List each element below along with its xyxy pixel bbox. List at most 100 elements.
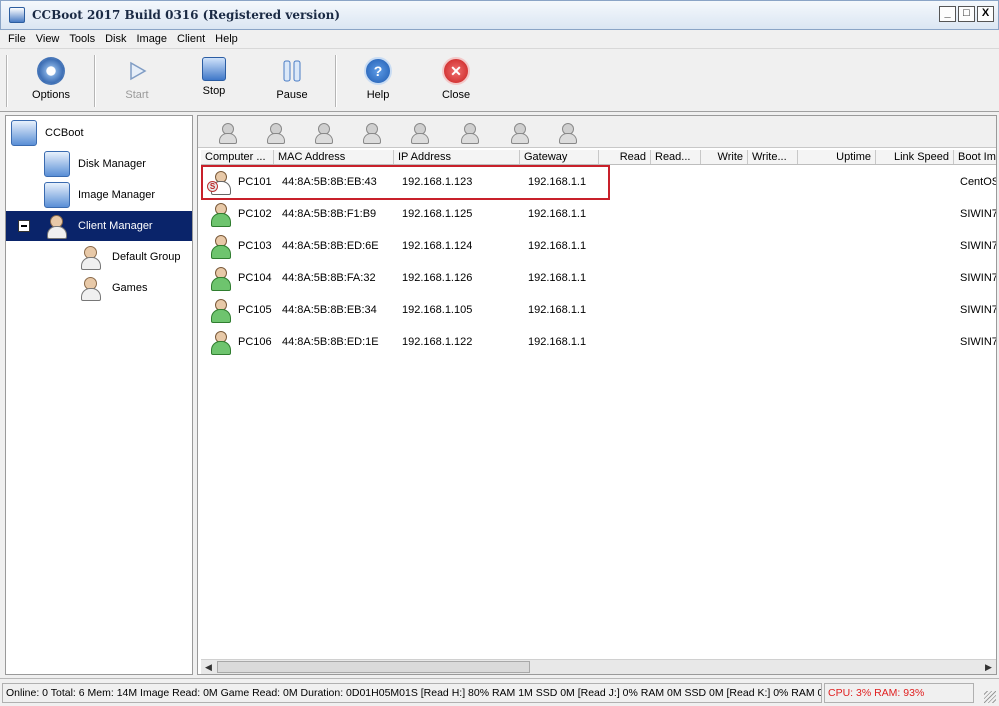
cell-gateway: 192.168.1.1 — [528, 336, 587, 348]
column-write-rate[interactable]: Write... — [748, 150, 798, 164]
table-row[interactable]: PC103 44:8A:5B:8B:ED:6E 192.168.1.124 19… — [201, 230, 996, 262]
start-label: Start — [125, 89, 149, 101]
cell-mac: 44:8A:5B:8B:F1:B9 — [282, 208, 377, 220]
client-icon — [209, 235, 231, 259]
add-client-icon[interactable] — [216, 121, 238, 144]
scroll-right-icon[interactable]: ▶ — [982, 661, 995, 674]
tree-item-games[interactable]: Games — [78, 273, 190, 303]
main-toolbar: Options Start Stop Pause ? Help ✕ Close — [0, 48, 999, 112]
app-icon — [9, 7, 25, 23]
remove-client-icon[interactable] — [264, 121, 286, 144]
scroll-thumb[interactable] — [217, 661, 530, 673]
horizontal-scrollbar[interactable]: ◀ ▶ — [201, 659, 996, 674]
window-controls: _ □ X — [939, 6, 994, 22]
tree-item-disk-manager[interactable]: Disk Manager — [44, 149, 189, 179]
column-link-speed[interactable]: Link Speed — [876, 150, 954, 164]
tree-item-ccboot[interactable]: CCBoot — [11, 118, 191, 148]
close-icon: ✕ — [442, 57, 470, 85]
options-button[interactable]: Options — [21, 55, 81, 107]
column-read-rate[interactable]: Read... — [651, 150, 701, 164]
column-mac[interactable]: MAC Address — [274, 150, 394, 164]
toolbar-separator — [94, 55, 96, 107]
maximize-button[interactable]: □ — [958, 6, 975, 22]
cell-boot: SIWIN7 — [960, 240, 996, 252]
tree-label: Default Group — [112, 251, 181, 263]
resize-grip-icon[interactable] — [984, 691, 996, 703]
cell-gateway: 192.168.1.1 — [528, 304, 587, 316]
menu-client[interactable]: Client — [172, 33, 210, 45]
menu-disk[interactable]: Disk — [100, 33, 131, 45]
menu-tools[interactable]: Tools — [64, 33, 100, 45]
column-uptime[interactable]: Uptime — [798, 150, 876, 164]
pause-label: Pause — [276, 89, 308, 101]
close-button[interactable]: ✕ Close — [426, 55, 486, 107]
table-row[interactable]: PC102 44:8A:5B:8B:F1:B9 192.168.1.125 19… — [201, 198, 996, 230]
client-settings-icon[interactable] — [556, 121, 578, 144]
help-label: Help — [366, 89, 390, 101]
column-gateway[interactable]: Gateway — [520, 150, 599, 164]
menu-bar: File View Tools Disk Image Client Help — [0, 30, 999, 48]
users-icon — [78, 275, 104, 301]
cell-name: PC105 — [238, 304, 272, 316]
column-computer[interactable]: Computer ... — [201, 150, 274, 164]
stop-button[interactable]: Stop — [184, 55, 244, 107]
tree-item-default-group[interactable]: Default Group — [78, 242, 190, 272]
toolbar-separator — [335, 55, 337, 107]
menu-help[interactable]: Help — [210, 33, 243, 45]
cell-ip: 192.168.1.125 — [402, 208, 473, 220]
column-boot-image[interactable]: Boot Im — [954, 150, 996, 164]
server-badge-icon: S — [207, 181, 218, 192]
cell-mac: 44:8A:5B:8B:EB:34 — [282, 304, 377, 316]
status-cpu-ram: CPU: 3% RAM: 93% — [824, 683, 974, 703]
home-icon — [11, 120, 37, 146]
cell-boot: SIWIN7 — [960, 208, 996, 220]
close-window-button[interactable]: X — [977, 6, 994, 22]
cell-boot: SIWIN7 — [960, 272, 996, 284]
column-read[interactable]: Read — [599, 150, 651, 164]
tree-label: Games — [112, 282, 148, 294]
column-ip[interactable]: IP Address — [394, 150, 520, 164]
menu-file[interactable]: File — [3, 33, 31, 45]
tree-item-image-manager[interactable]: Image Manager — [44, 180, 189, 210]
client-icon — [209, 267, 231, 291]
disable-client-icon[interactable] — [458, 121, 480, 144]
start-button[interactable]: Start — [107, 55, 167, 107]
collapse-icon[interactable] — [18, 220, 30, 232]
cell-mac: 44:8A:5B:8B:ED:6E — [282, 240, 379, 252]
table-row[interactable]: PC104 44:8A:5B:8B:FA:32 192.168.1.126 19… — [201, 262, 996, 294]
grid-header: Computer ... MAC Address IP Address Gate… — [201, 150, 996, 165]
options-label: Options — [32, 89, 70, 101]
image-icon — [44, 182, 70, 208]
cell-boot: CentOS — [960, 176, 996, 188]
cell-ip: 192.168.1.122 — [402, 336, 473, 348]
status-bar: Online: 0 Total: 6 Mem: 14M Image Read: … — [0, 678, 999, 706]
cell-name: PC106 — [238, 336, 272, 348]
cell-gateway: 192.168.1.1 — [528, 272, 587, 284]
edit-client-icon[interactable] — [408, 121, 430, 144]
minimize-button[interactable]: _ — [939, 6, 956, 22]
enable-client-icon[interactable] — [508, 121, 530, 144]
column-write[interactable]: Write — [701, 150, 748, 164]
stop-icon — [202, 57, 226, 81]
title-bar: CCBoot 2017 Build 0316 (Registered versi… — [0, 0, 999, 30]
cell-ip: 192.168.1.126 — [402, 272, 473, 284]
client-toolbar — [198, 116, 996, 148]
help-icon: ? — [364, 57, 392, 85]
tree-label: Disk Manager — [78, 158, 146, 170]
pause-button[interactable]: Pause — [262, 55, 322, 107]
search-client-icon[interactable] — [360, 121, 382, 144]
table-row[interactable]: PC105 44:8A:5B:8B:EB:34 192.168.1.105 19… — [201, 294, 996, 326]
disk-icon — [44, 151, 70, 177]
menu-image[interactable]: Image — [131, 33, 172, 45]
add-group-client-icon[interactable] — [312, 121, 334, 144]
scroll-left-icon[interactable]: ◀ — [202, 661, 215, 674]
table-row[interactable]: PC106 44:8A:5B:8B:ED:1E 192.168.1.122 19… — [201, 326, 996, 358]
menu-view[interactable]: View — [31, 33, 65, 45]
selection-highlight — [201, 165, 610, 200]
cell-gateway: 192.168.1.1 — [528, 208, 587, 220]
help-button[interactable]: ? Help — [348, 55, 408, 107]
gear-icon — [37, 57, 65, 85]
tree-item-client-manager[interactable]: Client Manager — [6, 211, 192, 241]
window-title: CCBoot 2017 Build 0316 (Registered versi… — [32, 8, 341, 22]
client-icon — [209, 203, 231, 227]
